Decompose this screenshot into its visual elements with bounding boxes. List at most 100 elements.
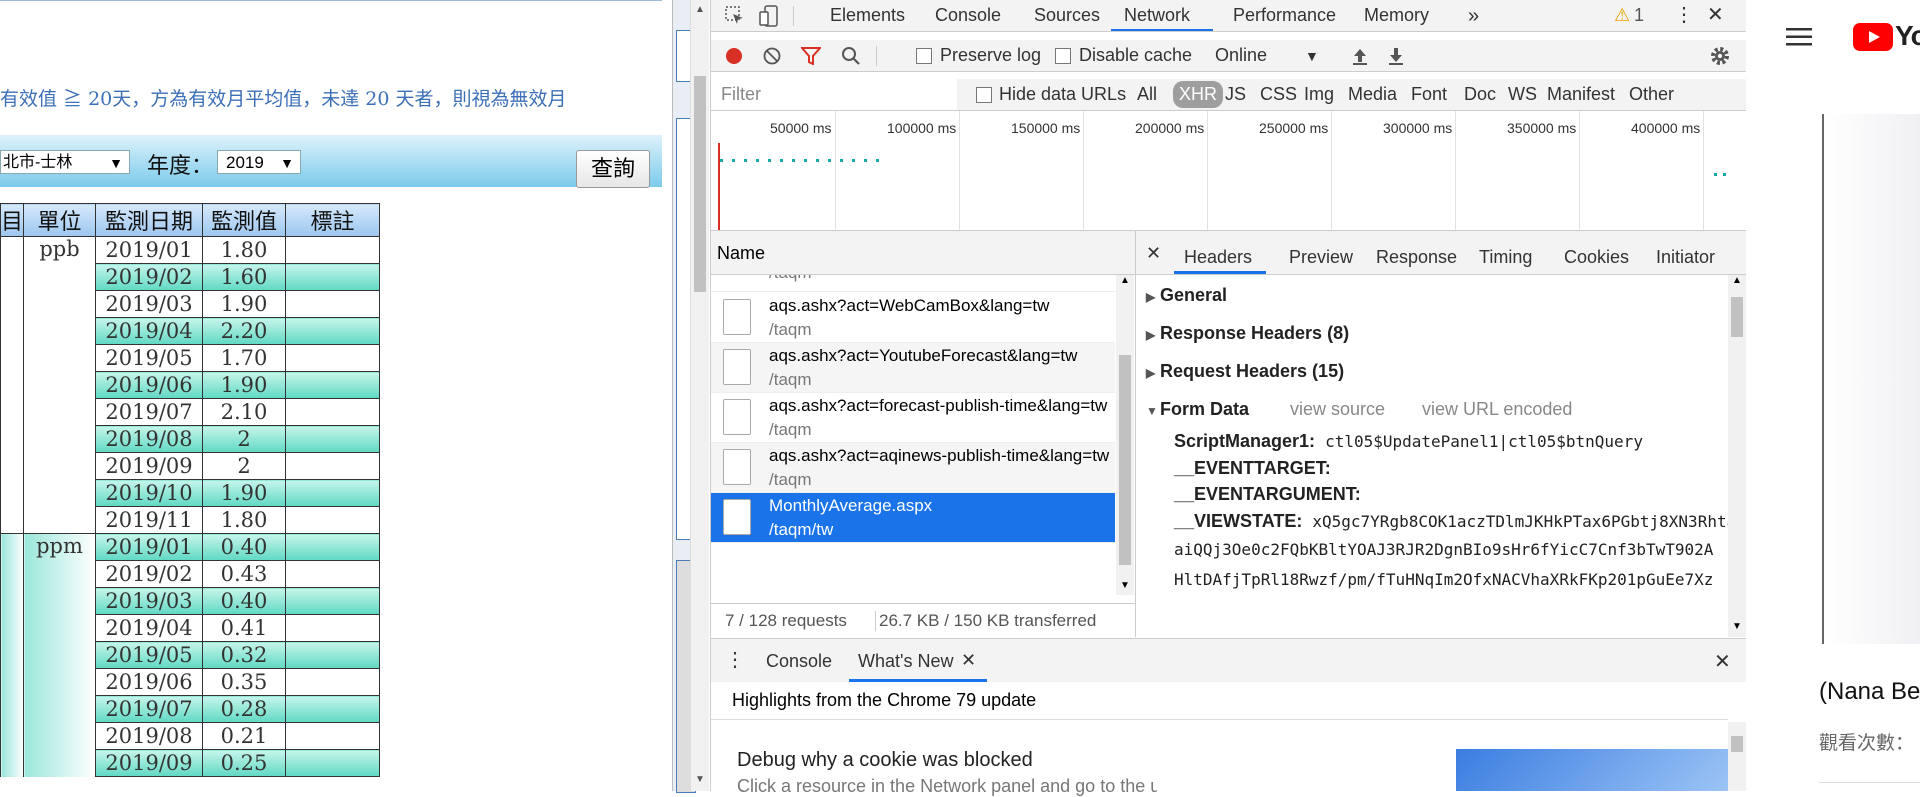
section-request-headers[interactable]: ▶ Request Headers (15) [1146,361,1344,382]
note-cell [285,425,381,453]
record-icon[interactable] [725,47,743,65]
hamburger-menu-icon[interactable] [1786,27,1812,47]
scroll-down-icon[interactable]: ▼ [695,774,705,785]
scroll-up-icon[interactable]: ▲ [1120,275,1130,286]
table-row: 2019/07 0.28 [0,695,381,723]
value-cell: 0.40 [202,533,287,561]
throttle-select-value[interactable]: Online [1215,45,1267,66]
warning-icon[interactable]: ⚠ [1614,5,1630,26]
date-cell: 2019/02 [95,560,204,588]
scroll-up-icon[interactable]: ▲ [1732,275,1742,286]
unit-cell [23,479,97,507]
item-cell [0,749,25,777]
filter-type-ws[interactable]: WS [1508,84,1537,105]
request-list-scrollbar[interactable]: ▲ ▼ [1116,275,1134,595]
request-row[interactable]: aqs.ashx?act=forecast-publish-time&lang=… [711,393,1115,443]
section-general[interactable]: ▶ General [1146,285,1227,306]
scrollbar-thumb[interactable] [694,76,706,292]
dropdown-arrow-icon: ▼ [109,155,123,171]
section-response-headers[interactable]: ▶ Response Headers (8) [1146,323,1349,344]
inspect-element-icon[interactable] [725,6,745,26]
hide-data-urls-checkbox[interactable] [976,87,992,103]
tab-timing[interactable]: Timing [1479,247,1532,268]
value-cell: 2.10 [202,398,287,426]
tab-response[interactable]: Response [1376,247,1457,268]
request-row-partial[interactable]: /taqm [711,275,1115,292]
whats-new-thumbnail[interactable] [1456,749,1728,791]
request-row[interactable]: aqs.ashx?act=aqinews-publish-time&lang=t… [711,443,1115,493]
tab-console[interactable]: Console [935,5,1001,26]
note-cell [285,263,381,291]
site-select[interactable]: 北市-士林 ▼ [0,150,130,174]
tab-preview[interactable]: Preview [1289,247,1353,268]
scrollbar-thumb[interactable] [1119,355,1131,565]
tab-headers[interactable]: Headers [1184,247,1252,268]
export-har-icon[interactable] [1387,47,1405,65]
scroll-down-icon[interactable]: ▼ [1120,580,1130,591]
tab-memory[interactable]: Memory [1364,5,1429,26]
scroll-down-icon[interactable]: ▼ [1732,621,1742,632]
close-detail-icon[interactable]: ✕ [1146,243,1161,264]
close-drawer-icon[interactable]: ✕ [1714,649,1731,674]
more-tabs-icon[interactable]: » [1468,5,1479,28]
item-cell [0,560,25,588]
settings-gear-icon[interactable] [1709,45,1731,67]
video-player[interactable] [1822,114,1920,644]
request-list-header[interactable]: Name [711,231,1135,275]
disable-cache-checkbox[interactable] [1055,48,1071,64]
tab-elements[interactable]: Elements [830,5,905,26]
request-row[interactable]: aqs.ashx?act=YoutubeForecast&lang=tw/taq… [711,343,1115,393]
view-source-link[interactable]: view source [1290,399,1385,420]
drawer-scrollbar[interactable] [1728,722,1746,791]
video-title[interactable]: (Nana Be [1819,678,1920,706]
filter-type-manifest[interactable]: Manifest [1547,84,1615,105]
request-name: aqs.ashx?act=forecast-publish-time&lang=… [769,396,1108,415]
tab-performance[interactable]: Performance [1233,5,1336,26]
import-har-icon[interactable] [1351,47,1369,65]
scrollbar-thumb[interactable] [1731,736,1743,752]
filter-type-font[interactable]: Font [1411,84,1447,105]
scrollbar-thumb[interactable] [1731,297,1743,337]
year-select[interactable]: 2019 ▼ [217,150,301,174]
clear-icon[interactable] [763,47,781,65]
section-form-data[interactable]: ▼ Form Data [1146,399,1249,420]
tab-sources[interactable]: Sources [1034,5,1100,26]
drawer-tab-whats-new[interactable]: What's New [858,651,953,672]
item-cell [0,695,25,723]
request-row[interactable]: aqs.ashx?act=WebCamBox&lang=tw/taqm [711,293,1115,343]
query-button[interactable]: 查詢 [576,150,650,188]
devtools-menu-icon[interactable]: ⋮ [1674,2,1694,27]
filter-type-css[interactable]: CSS [1260,84,1297,105]
preserve-log-checkbox[interactable] [916,48,932,64]
tab-cookies[interactable]: Cookies [1564,247,1629,268]
filter-type-js[interactable]: JS [1225,84,1246,105]
filter-type-other[interactable]: Other [1629,84,1674,105]
filter-input[interactable]: Filter [711,79,957,110]
view-url-encoded-link[interactable]: view URL encoded [1422,399,1572,420]
close-devtools-icon[interactable]: ✕ [1707,2,1724,27]
network-timeline-overview[interactable]: 50000 ms 100000 ms 150000 ms 200000 ms 2… [711,111,1746,231]
filter-icon[interactable] [801,47,821,65]
divider [875,611,876,631]
drawer-tab-console[interactable]: Console [766,651,832,672]
search-icon[interactable] [841,46,861,66]
drawer-menu-icon[interactable]: ⋮ [725,647,745,672]
filter-type-doc[interactable]: Doc [1464,84,1496,105]
whats-new-item-title[interactable]: Debug why a cookie was blocked [737,749,1033,772]
request-row[interactable]: MonthlyAverage.aspx/taqm/tw [711,493,1115,543]
youtube-logo-icon[interactable] [1853,23,1893,51]
dropdown-arrow-icon[interactable]: ▼ [1305,48,1319,64]
scroll-up-icon[interactable]: ▲ [695,4,705,15]
page-scrollbar[interactable]: ▲ ▼ [690,0,709,791]
detail-scrollbar[interactable]: ▲ ▼ [1728,275,1746,637]
filter-type-img[interactable]: Img [1304,84,1334,105]
monthly-data-table: 目 單位 監測日期 監測值 標註 ppb 2019/01 1.80 2019/02 1.… [0,203,381,777]
table-row: 2019/06 1.90 [0,371,381,399]
filter-type-media[interactable]: Media [1348,84,1397,105]
tab-initiator[interactable]: Initiator [1656,247,1715,268]
close-tab-icon[interactable]: ✕ [961,650,976,671]
filter-type-xhr[interactable]: XHR [1173,81,1224,108]
device-toolbar-icon[interactable] [759,5,779,27]
tab-network[interactable]: Network [1124,5,1190,26]
filter-type-all[interactable]: All [1137,84,1157,105]
